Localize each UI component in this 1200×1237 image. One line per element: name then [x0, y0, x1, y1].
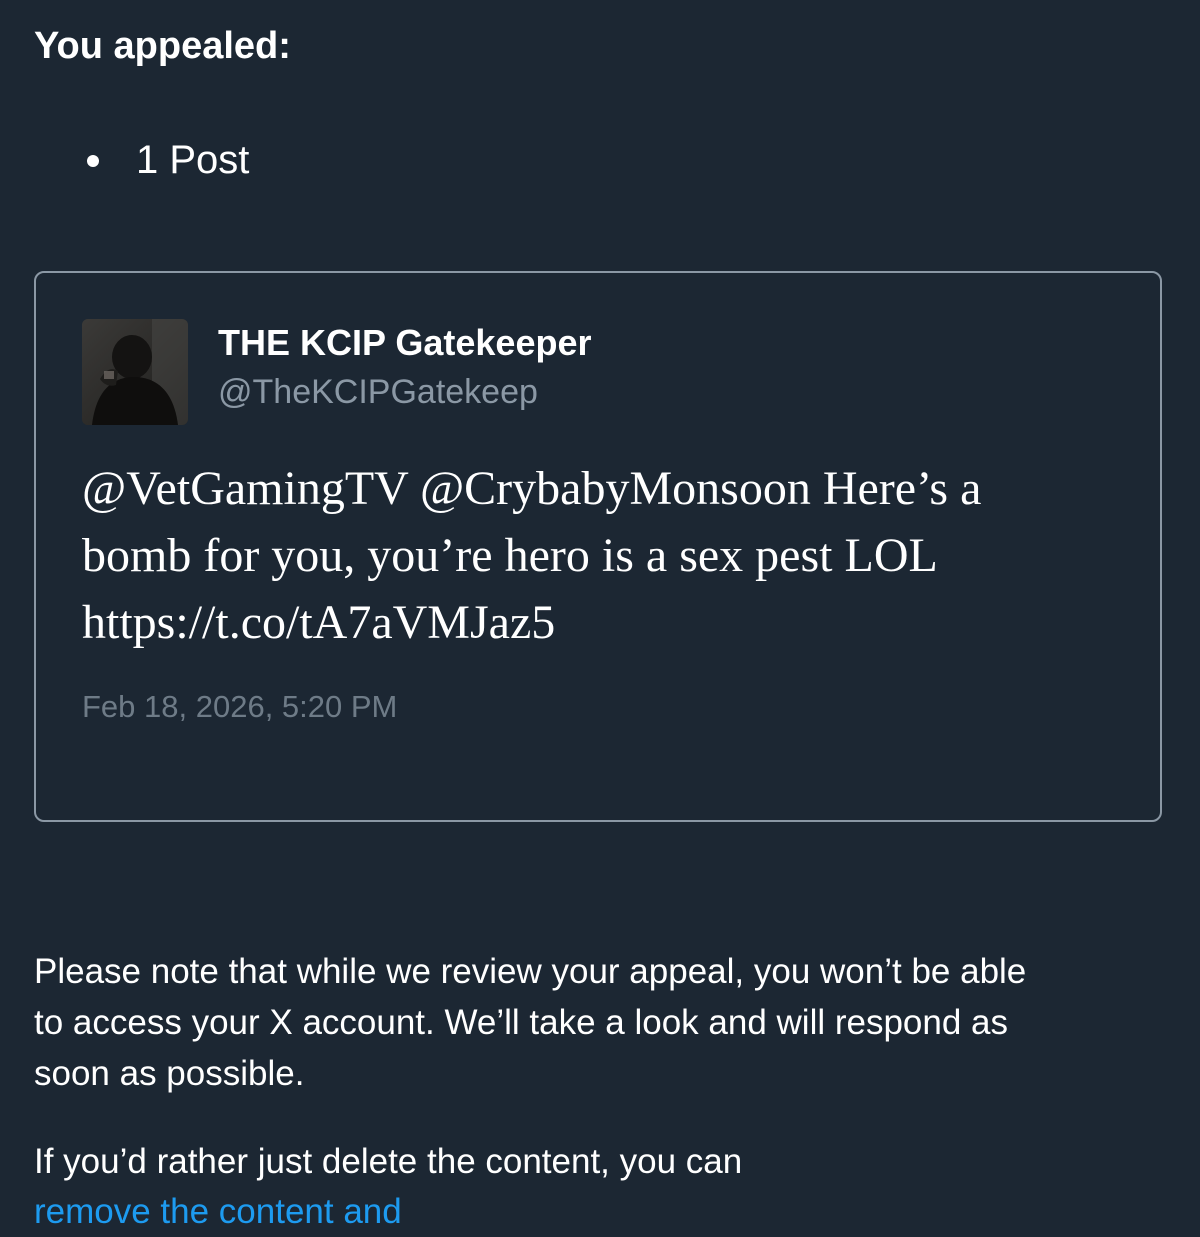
appeal-heading: You appealed:: [34, 25, 291, 67]
review-notice-line: to access your X account. We’ll take a l…: [34, 1003, 1009, 1042]
post-card[interactable]: THE KCIP Gatekeeper @TheKCIPGatekeep @Ve…: [34, 271, 1162, 822]
post-text-line: https://t.co/tA7aVMJaz5: [82, 596, 556, 649]
appealed-items-list: 1 Post: [0, 134, 249, 186]
post-text-line: @VetGamingTV @CrybabyMonsoon Here’s a: [82, 462, 982, 515]
delete-content-text: If you’d rather just delete the content,…: [34, 1142, 743, 1181]
review-notice-line: Please note that while we review your ap…: [34, 952, 1027, 991]
bullet-icon: [87, 155, 99, 167]
post-author-name[interactable]: THE KCIP Gatekeeper: [218, 321, 591, 365]
list-item: 1 Post: [0, 134, 249, 186]
appealed-item-label: 1 Post: [136, 138, 250, 182]
post-author-handle[interactable]: @TheKCIPGatekeep: [218, 371, 538, 413]
review-notice-line: soon as possible.: [34, 1054, 305, 1093]
post-text-line: bomb for you, you’re hero is a sex pest …: [82, 529, 938, 582]
post-text: @VetGamingTV @CrybabyMonsoon Here’s a bo…: [82, 455, 1122, 656]
review-notice: Please note that while we review your ap…: [34, 946, 1174, 1099]
post-timestamp: Feb 18, 2026, 5:20 PM: [82, 689, 398, 724]
user-avatar-icon[interactable]: [82, 319, 188, 425]
avatar-image: [82, 319, 188, 425]
remove-content-link[interactable]: remove the content and: [34, 1186, 402, 1237]
